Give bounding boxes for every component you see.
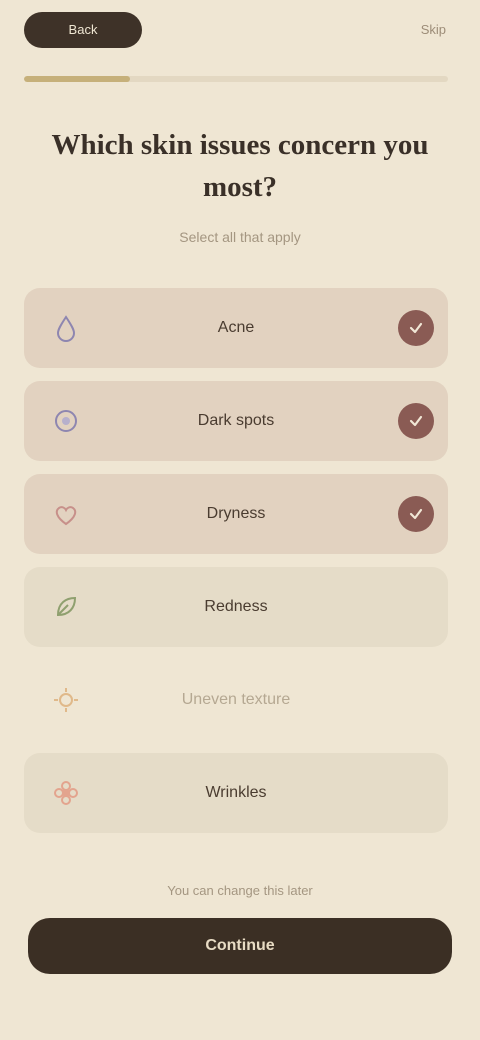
option-label: Dryness — [206, 505, 266, 522]
progress-fill — [24, 76, 130, 82]
check-icon — [398, 310, 434, 346]
option-dryness[interactable]: Dryness — [24, 474, 448, 554]
back-button[interactable]: Back — [24, 12, 142, 48]
skip-link[interactable]: Skip — [350, 20, 446, 40]
option-label: Dark spots — [197, 412, 275, 429]
option-uneven-texture[interactable]: Uneven texture — [24, 660, 448, 740]
option-label: Uneven texture — [181, 691, 291, 708]
check-icon — [398, 496, 434, 532]
option-dark-spots[interactable]: Dark spots — [24, 381, 448, 461]
top-bar: Back Skip — [0, 0, 480, 70]
heart-icon — [50, 498, 82, 530]
option-label: Wrinkles — [205, 784, 267, 801]
sun-icon — [50, 684, 82, 716]
check-icon — [398, 403, 434, 439]
option-wrinkles[interactable]: Wrinkles — [24, 753, 448, 833]
leaf-icon — [50, 591, 82, 623]
option-list: Acne Dark spots Dryness Redness Uneven t… — [24, 288, 448, 846]
circle-icon — [50, 405, 82, 437]
droplet-icon — [50, 312, 82, 344]
flower-icon — [50, 777, 82, 809]
page-title: Which skin issues concern you most? — [51, 129, 429, 203]
progress-bar — [24, 76, 448, 82]
footer-note: You can change this later — [167, 883, 313, 898]
option-label: Acne — [217, 319, 255, 336]
page-subtitle: Select all that apply — [179, 229, 301, 245]
continue-button[interactable]: Continue — [28, 918, 452, 974]
option-redness[interactable]: Redness — [24, 567, 448, 647]
option-acne[interactable]: Acne — [24, 288, 448, 368]
option-label: Redness — [204, 598, 268, 615]
